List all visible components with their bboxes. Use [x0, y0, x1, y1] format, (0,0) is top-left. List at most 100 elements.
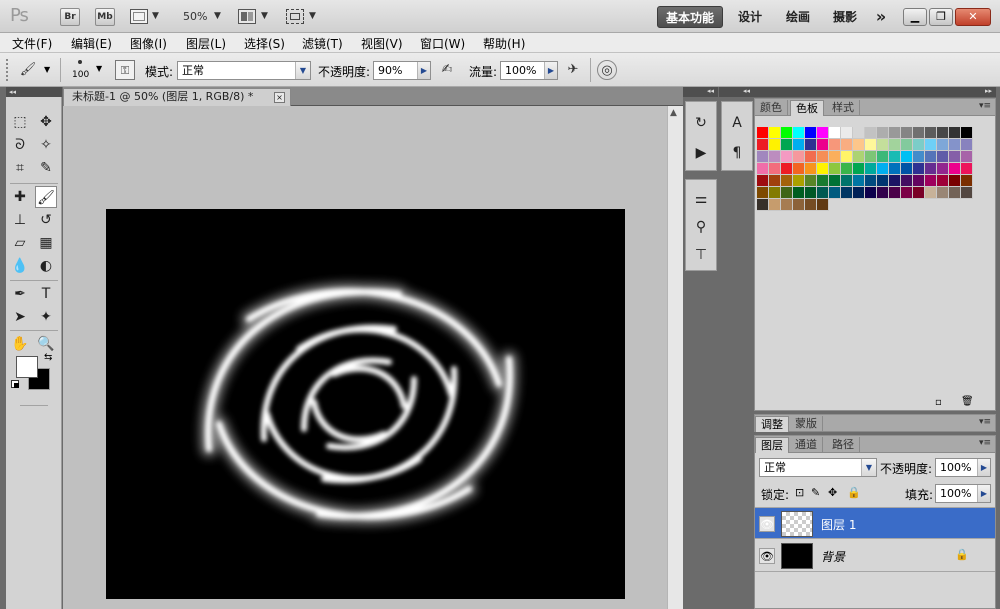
swatch-cell[interactable]: [769, 127, 781, 139]
lock-pixels-icon[interactable]: ✎: [811, 486, 820, 499]
swatch-cell[interactable]: [925, 151, 937, 163]
actions-icon[interactable]: ▶: [690, 142, 712, 164]
swatch-cell[interactable]: [937, 187, 949, 199]
panel-menu-icon[interactable]: ▾≡: [979, 438, 991, 448]
move-icon[interactable]: ✥: [35, 111, 57, 133]
swatch-cell[interactable]: [865, 127, 877, 139]
screen-mode-button[interactable]: ▼: [286, 8, 320, 26]
tab-channels[interactable]: 通道: [790, 437, 823, 453]
swatch-cell[interactable]: [817, 151, 829, 163]
document-tab[interactable]: 未标题-1 @ 50% (图层 1, RGB/8) * ×: [63, 88, 291, 106]
healing-brush-icon[interactable]: ✚: [9, 186, 31, 208]
eye-icon[interactable]: 👁: [759, 548, 775, 564]
tab-styles[interactable]: 样式: [827, 100, 860, 116]
swatch-cell[interactable]: [949, 139, 961, 151]
menu-view[interactable]: 视图(V): [361, 35, 403, 52]
swatch-cell[interactable]: [829, 175, 841, 187]
view-extras-button[interactable]: ▼: [130, 8, 162, 26]
blur-icon[interactable]: 💧: [9, 255, 31, 277]
workspace-photography[interactable]: 摄影: [826, 6, 864, 28]
swatch-cell[interactable]: [781, 187, 793, 199]
quick-select-icon[interactable]: ✧: [35, 134, 57, 156]
mode-select[interactable]: 正常 ▼: [177, 61, 311, 80]
swatch-cell[interactable]: [781, 139, 793, 151]
history-brush-icon[interactable]: ↺: [35, 209, 57, 231]
swatch-cell[interactable]: [793, 199, 805, 211]
flow-input[interactable]: 100% ▶: [500, 61, 558, 80]
swatch-cell[interactable]: [865, 187, 877, 199]
swatch-cell[interactable]: [805, 151, 817, 163]
swatch-cell[interactable]: [925, 139, 937, 151]
swatch-cell[interactable]: [805, 187, 817, 199]
swatch-cell[interactable]: [817, 199, 829, 211]
eyedropper-icon[interactable]: ✎: [35, 157, 57, 179]
swatch-cell[interactable]: [757, 187, 769, 199]
hand-icon[interactable]: ✋: [9, 333, 31, 355]
swatch-cell[interactable]: [793, 163, 805, 175]
swatch-cell[interactable]: [937, 175, 949, 187]
swatch-cell[interactable]: [877, 175, 889, 187]
swatch-cell[interactable]: [757, 199, 769, 211]
panel-menu-icon[interactable]: ▾≡: [979, 417, 991, 427]
swatch-cell[interactable]: [769, 163, 781, 175]
zoom-level[interactable]: 50%: [183, 10, 207, 23]
workspace-design[interactable]: 设计: [731, 6, 769, 28]
swatch-cell[interactable]: [961, 127, 973, 139]
swatch-cell[interactable]: [757, 127, 769, 139]
opacity-input[interactable]: 90% ▶: [373, 61, 431, 80]
pressure-opacity-icon[interactable]: ✍: [437, 60, 457, 80]
brush-icon[interactable]: 🖌: [18, 60, 38, 80]
swatch-cell[interactable]: [937, 139, 949, 151]
history-icon[interactable]: ↻: [690, 112, 712, 134]
swatch-cell[interactable]: [829, 151, 841, 163]
swatch-cell[interactable]: [949, 163, 961, 175]
swatch-cell[interactable]: [877, 151, 889, 163]
eye-icon[interactable]: 👁: [759, 516, 775, 532]
layer-opacity-input[interactable]: 100% ▶: [935, 458, 991, 477]
tab-swatches[interactable]: 色板: [790, 100, 824, 116]
tab-color[interactable]: 颜色: [755, 100, 788, 116]
tools-panel-header[interactable]: ◂◂: [6, 87, 62, 97]
swatch-cell[interactable]: [769, 151, 781, 163]
eraser-icon[interactable]: ▱: [9, 232, 31, 254]
close-window-button[interactable]: ✕: [955, 8, 991, 26]
workspace-essentials[interactable]: 基本功能: [657, 6, 723, 28]
swatch-cell[interactable]: [841, 163, 853, 175]
swatch-cell[interactable]: [817, 175, 829, 187]
swatch-cell[interactable]: [793, 139, 805, 151]
swatch-cell[interactable]: [853, 163, 865, 175]
workspace-painting[interactable]: 绘画: [779, 6, 817, 28]
swatch-cell[interactable]: [865, 163, 877, 175]
swatch-cell[interactable]: [889, 127, 901, 139]
swatch-cell[interactable]: [889, 151, 901, 163]
swatch-cell[interactable]: [781, 199, 793, 211]
bridge-button[interactable]: Br: [60, 8, 80, 26]
swatch-cell[interactable]: [961, 163, 973, 175]
restore-button[interactable]: ❐: [929, 8, 953, 26]
swatch-cell[interactable]: [949, 187, 961, 199]
vertical-scrollbar[interactable]: ▲: [667, 106, 683, 609]
swatch-cell[interactable]: [757, 151, 769, 163]
arrange-documents-button[interactable]: ▼: [238, 8, 272, 26]
swatch-cell[interactable]: [829, 127, 841, 139]
layer-row-layer1[interactable]: 👁 图层 1: [755, 507, 995, 539]
menu-layer[interactable]: 图层(L): [186, 35, 226, 52]
swatch-cell[interactable]: [865, 151, 877, 163]
swatch-cell[interactable]: [841, 151, 853, 163]
swatch-cell[interactable]: [889, 139, 901, 151]
swatch-cell[interactable]: [913, 175, 925, 187]
swatch-cell[interactable]: [829, 139, 841, 151]
swatch-cell[interactable]: [949, 127, 961, 139]
swatch-cell[interactable]: [865, 175, 877, 187]
chevron-down-icon[interactable]: ▼: [44, 65, 50, 74]
paragraph-icon[interactable]: ¶: [726, 142, 748, 164]
clone-source-icon[interactable]: ⚲: [690, 216, 712, 238]
swatch-cell[interactable]: [769, 187, 781, 199]
swatch-cell[interactable]: [889, 163, 901, 175]
clone-stamp-icon[interactable]: ⊥: [9, 209, 31, 231]
collapse-dock-icon[interactable]: ◂◂: [707, 87, 714, 95]
swatch-cell[interactable]: [901, 127, 913, 139]
swatch-cell[interactable]: [925, 175, 937, 187]
collapse-dock-icon[interactable]: ◂◂: [743, 87, 750, 95]
swatch-cell[interactable]: [937, 127, 949, 139]
